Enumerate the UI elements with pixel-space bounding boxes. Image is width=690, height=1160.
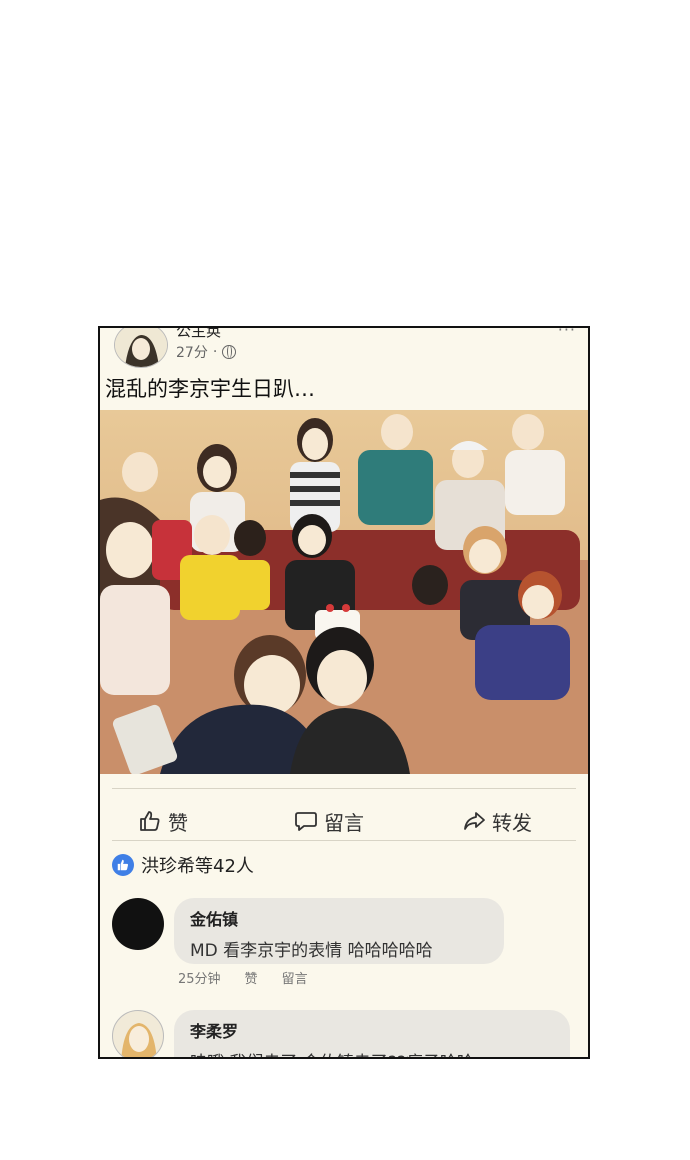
comment-time: 25分钟 — [178, 972, 221, 987]
share-icon — [464, 812, 485, 830]
post-text: 混乱的李京宇生日趴… — [105, 377, 315, 401]
post-meta: 27分 · — [176, 342, 237, 362]
meta-separator: · — [212, 344, 218, 360]
comment-icon — [295, 812, 317, 831]
author-avatar[interactable] — [114, 328, 168, 368]
comment-bubble: 金佑镇 MD 看李京宇的表情 哈哈哈哈哈 — [174, 898, 504, 964]
post-author[interactable]: 公主奂 — [176, 328, 221, 341]
comment-reply-link[interactable]: 留言 — [282, 968, 308, 987]
like-button[interactable]: 赞 — [138, 798, 188, 844]
commenter-name[interactable]: 金佑镇 — [190, 906, 488, 930]
comment-meta: 25分钟 赞 留言 — [178, 968, 308, 987]
post-photo[interactable] — [100, 410, 588, 774]
thumbs-up-icon — [140, 811, 160, 831]
post-header: 公主奂 27分 · ··· — [100, 328, 588, 368]
reaction-summary[interactable]: 洪珍希等42人 — [112, 852, 254, 878]
comment-text: 哇哦 我们走了 金佑镇走了??疯子哈哈 — [190, 1048, 554, 1057]
share-button[interactable]: 转发 — [462, 798, 532, 844]
action-bar: 赞 留言 转发 — [100, 798, 588, 844]
post-time: 27分 — [176, 345, 208, 361]
commenter-avatar[interactable] — [112, 1010, 164, 1057]
comment-bubble: 李柔罗 哇哦 我们走了 金佑镇走了??疯子哈哈 — [174, 1010, 570, 1057]
divider-bottom — [112, 840, 576, 841]
like-label: 赞 — [168, 810, 188, 835]
like-badge-icon — [112, 854, 134, 876]
comic-panel: 公主奂 27分 · ··· 混乱的李京宇生日趴… 赞 留言 转发 洪珍希等42人… — [98, 326, 590, 1059]
commenter-avatar[interactable] — [112, 898, 164, 950]
share-label: 转发 — [492, 810, 532, 835]
comment-like-link[interactable]: 赞 — [245, 968, 258, 987]
party-illustration — [100, 410, 588, 774]
divider-top — [112, 788, 576, 789]
comment-label: 留言 — [324, 810, 364, 835]
commenter-name[interactable]: 李柔罗 — [190, 1018, 554, 1042]
globe-icon — [222, 345, 237, 359]
comment-button[interactable]: 留言 — [294, 798, 364, 844]
reaction-text: 洪珍希等42人 — [141, 856, 254, 877]
more-options-icon[interactable]: ··· — [558, 328, 576, 339]
comment-text: MD 看李京宇的表情 哈哈哈哈哈 — [190, 941, 433, 961]
